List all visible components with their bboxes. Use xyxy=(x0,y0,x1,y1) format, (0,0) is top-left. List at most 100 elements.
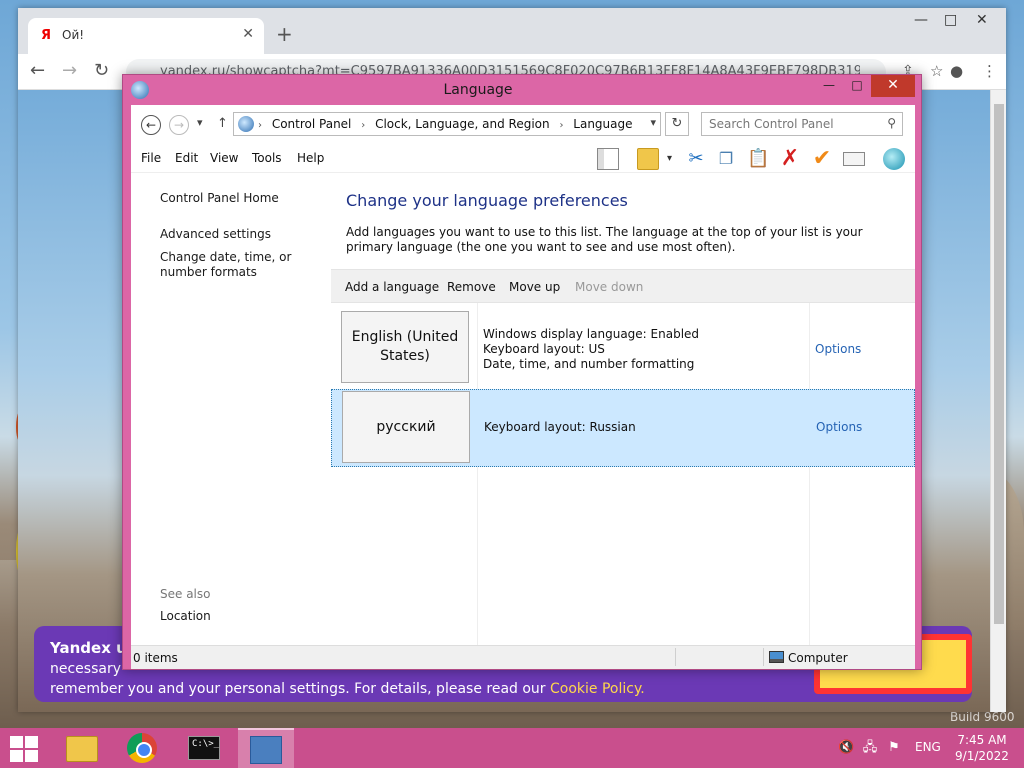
browser-minimize-icon[interactable]: — xyxy=(914,12,928,28)
search-input[interactable] xyxy=(702,113,878,135)
item-count: 0 items xyxy=(133,651,178,665)
taskbar-control-panel[interactable] xyxy=(238,728,294,768)
close-tab-icon[interactable]: ✕ xyxy=(242,26,254,42)
browser-maximize-icon[interactable]: □ xyxy=(944,12,957,28)
control-panel-icon xyxy=(238,116,254,132)
windows-logo-icon xyxy=(10,736,23,748)
language-row-russian[interactable]: русский Keyboard layout: Russian Options xyxy=(331,389,915,467)
refresh-icon[interactable]: ↻ xyxy=(665,112,689,136)
menu-view[interactable]: View xyxy=(210,151,238,165)
window-titlebar[interactable]: Language — □ ✕ xyxy=(123,75,923,105)
cookie-line-3: remember you and your personal settings.… xyxy=(50,681,546,697)
change-date-time-link[interactable]: Change date, time, or number formats xyxy=(160,250,330,280)
breadcrumb-control-panel[interactable]: Control Panel xyxy=(272,117,352,131)
paste-icon[interactable]: 📋 xyxy=(747,148,769,170)
taskbar-command-prompt[interactable]: C:\>_ xyxy=(176,728,232,768)
language-details: Windows display language: Enabled Keyboa… xyxy=(483,327,699,372)
browser-menu-icon[interactable]: ⋮ xyxy=(982,62,997,80)
browser-tab-title: Ой! xyxy=(62,28,85,42)
advanced-settings-link[interactable]: Advanced settings xyxy=(160,227,271,242)
recent-locations-icon[interactable]: ▾ xyxy=(197,116,203,129)
layout-icon[interactable] xyxy=(597,148,619,170)
browser-reload-icon[interactable]: ↻ xyxy=(94,60,109,81)
forward-icon[interactable]: → xyxy=(169,115,189,135)
breadcrumb: › Control Panel › Clock, Language, and R… xyxy=(258,117,633,131)
menu-edit[interactable]: Edit xyxy=(175,151,198,165)
close-button[interactable]: ✕ xyxy=(871,75,915,97)
language-window[interactable]: Language — □ ✕ ← → ▾ ↑ › Control Panel ›… xyxy=(122,74,922,670)
status-bar: 0 items Computer xyxy=(131,645,915,669)
yandex-favicon-icon: Я xyxy=(40,28,51,43)
browser-tab[interactable]: Я Ой! ✕ xyxy=(28,18,264,54)
add-language-button[interactable]: Add a language xyxy=(345,280,439,294)
browser-back-icon[interactable]: ← xyxy=(30,60,45,81)
new-tab-icon[interactable]: + xyxy=(276,22,293,46)
see-also-label: See also xyxy=(160,587,211,601)
search-icon[interactable]: ⚲ xyxy=(887,116,896,130)
move-up-button[interactable]: Move up xyxy=(509,280,560,294)
cookie-policy-link[interactable]: Cookie Policy xyxy=(550,681,640,697)
dropdown-arrow-icon[interactable]: ▾ xyxy=(667,153,677,175)
search-box[interactable]: ⚲ xyxy=(701,112,903,136)
menu-tools[interactable]: Tools xyxy=(252,151,282,165)
globe-icon[interactable] xyxy=(883,148,905,170)
menu-help[interactable]: Help xyxy=(297,151,324,165)
delete-icon[interactable]: ✗ xyxy=(779,148,801,170)
command-prompt-icon: C:\>_ xyxy=(188,736,220,760)
maximize-button[interactable]: □ xyxy=(843,75,871,97)
menu-bar: File Edit View Tools Help ▾ ✂ ❐ 📋 ✗ ✔ xyxy=(131,143,915,173)
address-breadcrumb[interactable]: › Control Panel › Clock, Language, and R… xyxy=(233,112,661,136)
action-center-icon[interactable]: ⚑ xyxy=(886,740,902,756)
browser-scrollbar[interactable] xyxy=(990,90,1006,712)
control-panel-home-link[interactable]: Control Panel Home xyxy=(160,191,279,206)
language-list: English (United States) Windows display … xyxy=(331,303,915,645)
language-row-english[interactable]: English (United States) Windows display … xyxy=(331,303,915,389)
profile-icon[interactable]: ● xyxy=(950,62,963,80)
browser-scrollbar-thumb[interactable] xyxy=(994,104,1004,624)
status-location: Computer xyxy=(788,651,848,665)
language-detail: Keyboard layout: US xyxy=(483,342,605,356)
start-button[interactable] xyxy=(10,736,38,762)
language-details: Keyboard layout: Russian xyxy=(484,420,636,435)
minimize-button[interactable]: — xyxy=(815,75,843,97)
language-tile[interactable]: English (United States) xyxy=(341,311,469,383)
move-down-button[interactable]: Move down xyxy=(575,280,643,294)
location-link[interactable]: Location xyxy=(160,609,211,623)
volume-muted-icon[interactable]: 🔇 xyxy=(838,740,854,756)
clock-time: 7:45 AM xyxy=(957,733,1007,747)
breadcrumb-language[interactable]: Language xyxy=(573,117,632,131)
chrome-icon xyxy=(127,733,157,763)
build-watermark: Build 9600 xyxy=(950,710,1015,724)
left-pane: Control Panel Home Advanced settings Cha… xyxy=(131,173,331,645)
browser-close-icon[interactable]: ✕ xyxy=(976,12,988,28)
back-icon[interactable]: ← xyxy=(141,115,161,135)
remove-button[interactable]: Remove xyxy=(447,280,496,294)
page-description: Add languages you want to use to this li… xyxy=(346,225,863,254)
up-icon[interactable]: ↑ xyxy=(217,116,228,131)
menu-file[interactable]: File xyxy=(141,151,161,165)
folder-icon[interactable] xyxy=(637,148,659,170)
computer-icon xyxy=(769,651,784,663)
options-link[interactable]: Options xyxy=(815,342,861,356)
clock[interactable]: 7:45 AM 9/1/2022 xyxy=(952,732,1012,764)
network-icon[interactable]: 🖧 xyxy=(862,740,878,756)
breadcrumb-clock-language-region[interactable]: Clock, Language, and Region xyxy=(375,117,550,131)
options-link[interactable]: Options xyxy=(816,420,862,434)
language-tile[interactable]: русский xyxy=(342,391,470,463)
window-title: Language xyxy=(443,82,513,98)
taskbar-file-explorer[interactable] xyxy=(54,728,110,768)
main-pane: Change your language preferences Add lan… xyxy=(331,173,915,645)
cut-icon[interactable]: ✂ xyxy=(685,148,707,170)
input-language-indicator[interactable]: ENG xyxy=(915,740,941,754)
check-icon[interactable]: ✔ xyxy=(811,148,833,170)
properties-icon[interactable] xyxy=(843,152,865,166)
address-dropdown-icon[interactable]: ▾ xyxy=(650,116,656,129)
browser-forward-icon[interactable]: → xyxy=(62,60,77,81)
window-client-area: ← → ▾ ↑ › Control Panel › Clock, Languag… xyxy=(131,105,915,669)
page-title: Change your language preferences xyxy=(346,191,628,210)
bookmark-star-icon[interactable]: ☆ xyxy=(930,62,943,80)
taskbar-chrome[interactable] xyxy=(114,728,170,768)
copy-icon[interactable]: ❐ xyxy=(715,148,737,170)
language-detail: Windows display language: Enabled xyxy=(483,327,700,341)
navigation-bar: ← → ▾ ↑ › Control Panel › Clock, Languag… xyxy=(131,105,915,143)
